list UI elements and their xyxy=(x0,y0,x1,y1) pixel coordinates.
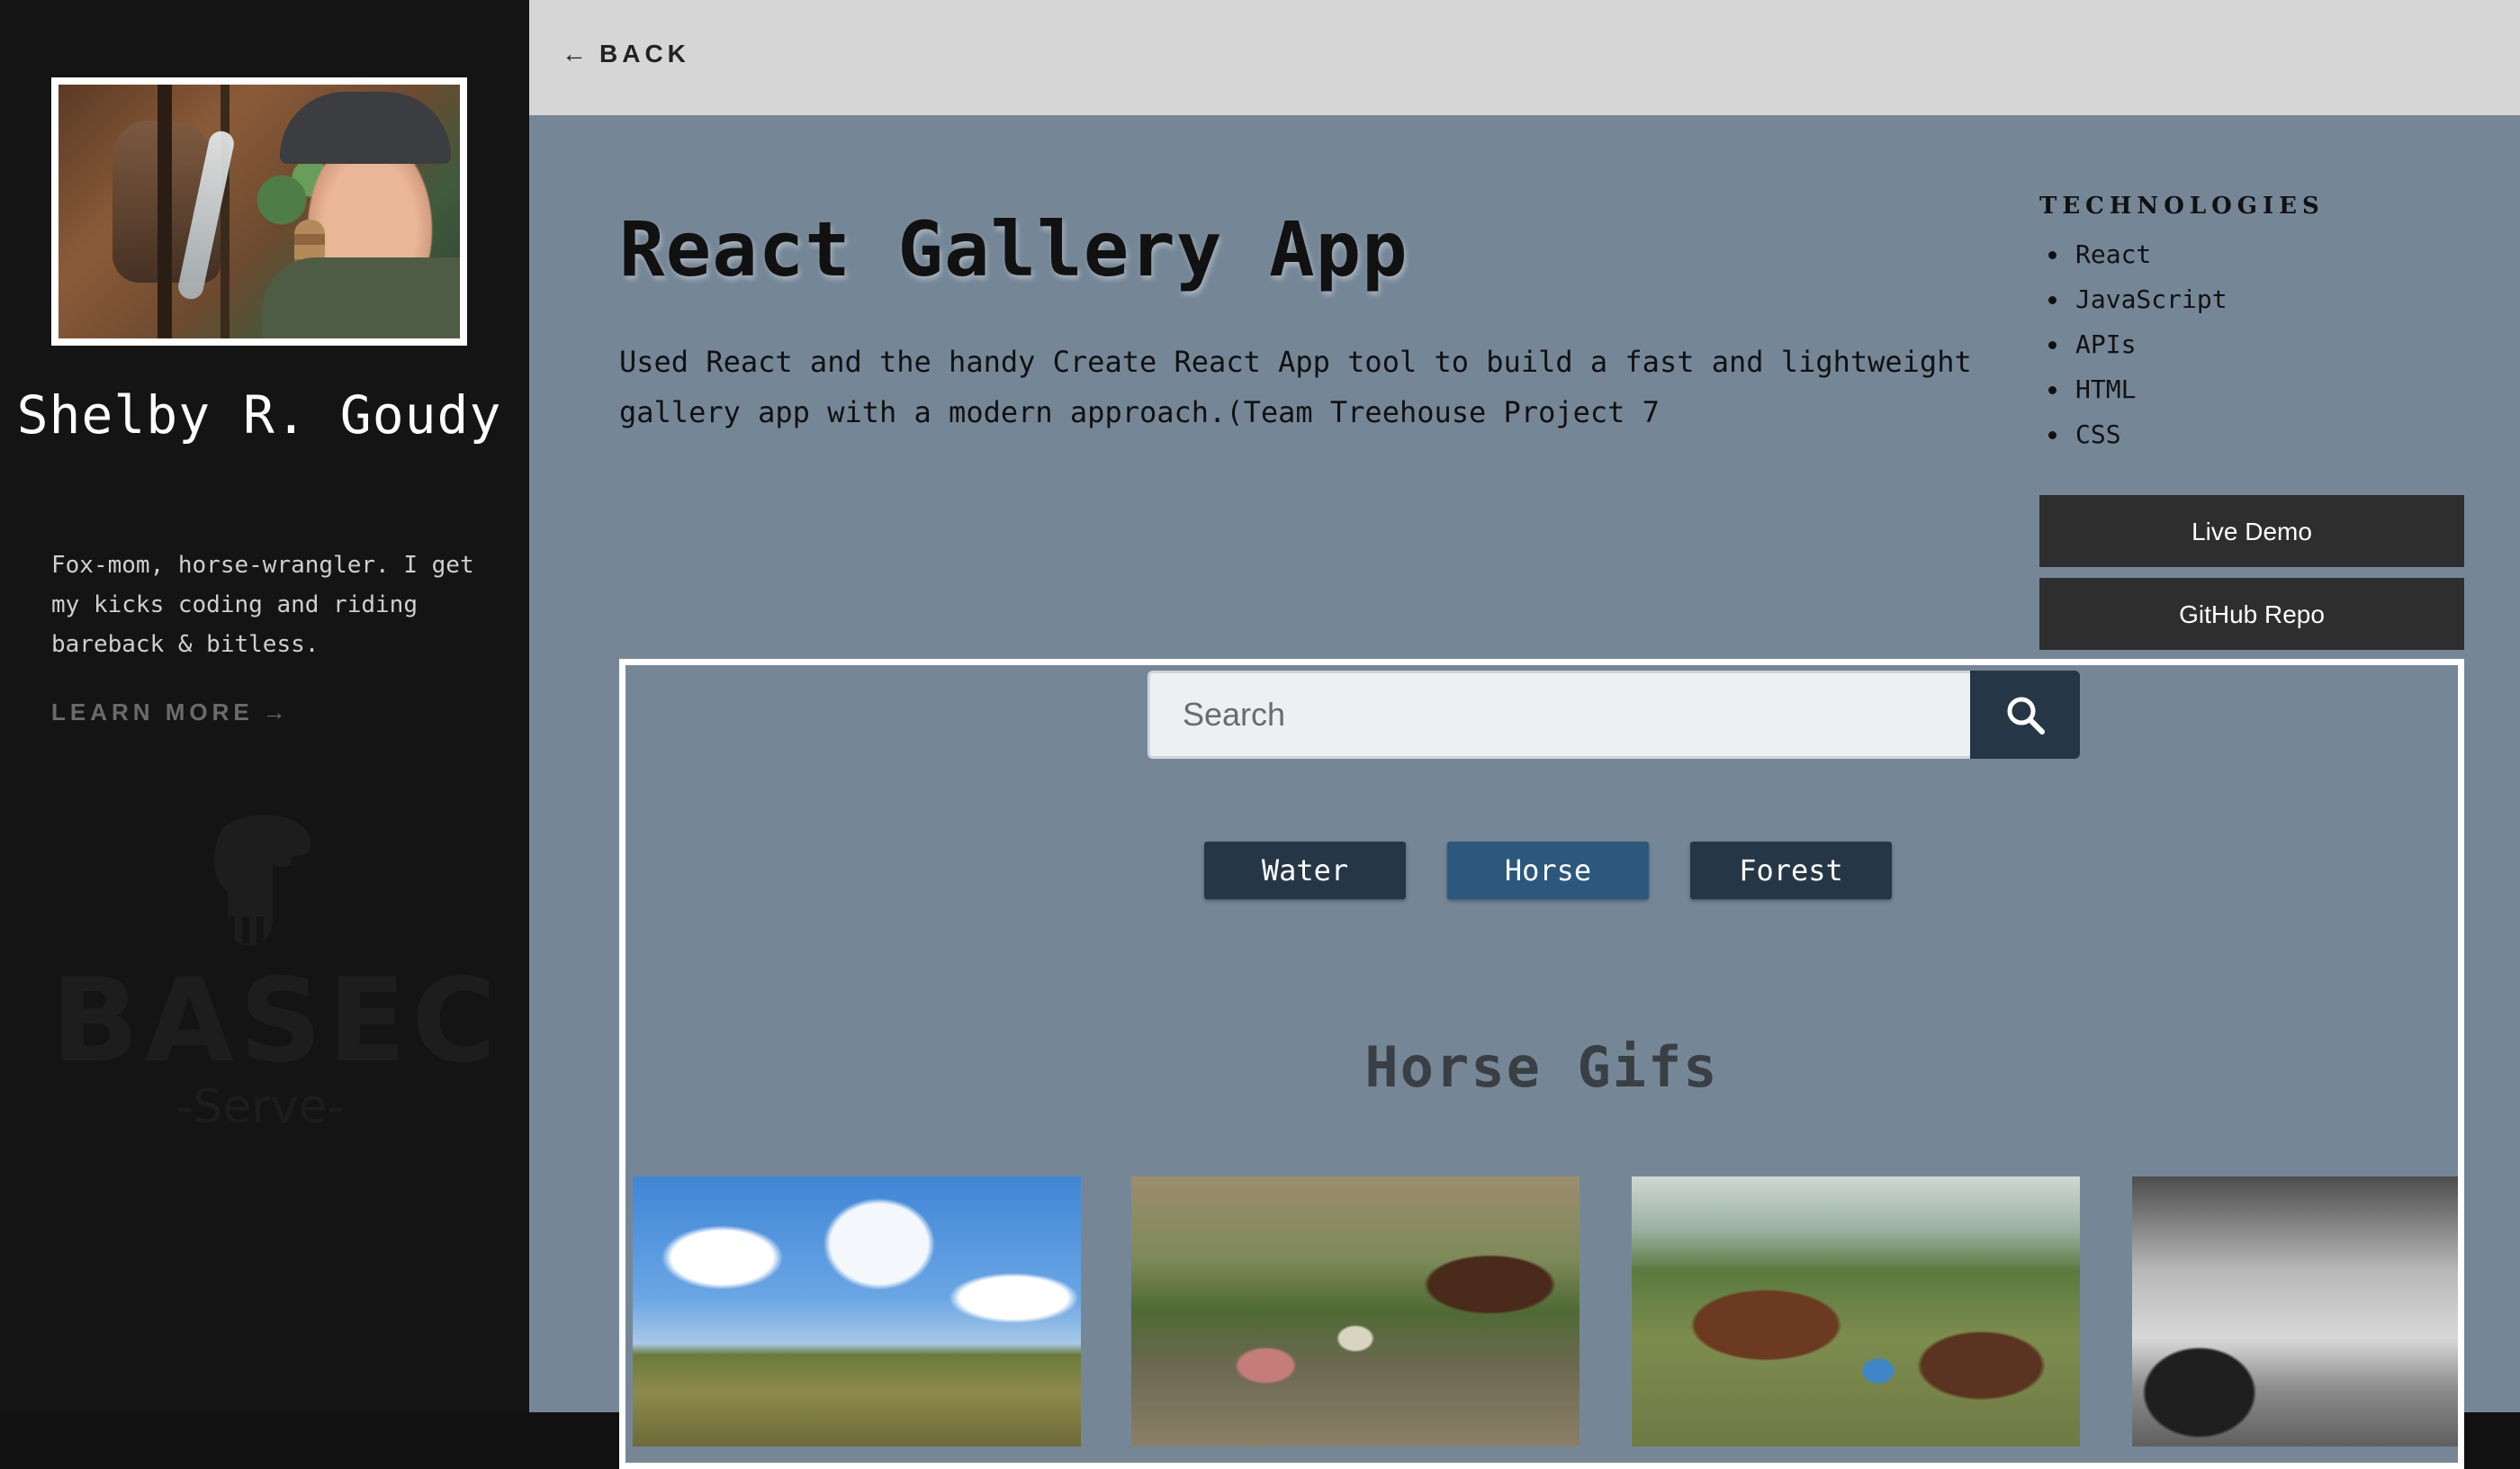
arrow-left-icon: ← xyxy=(562,40,587,68)
technology-item: HTML xyxy=(2039,367,2471,412)
technology-item: APIs xyxy=(2039,322,2471,367)
search-form xyxy=(1148,671,2080,759)
filter-forest-button[interactable]: Forest xyxy=(1690,842,1892,899)
technology-item: CSS xyxy=(2039,412,2471,457)
technology-item: React xyxy=(2039,232,2471,277)
gallery-image[interactable] xyxy=(1632,1176,2080,1446)
avatar-frame xyxy=(51,77,467,346)
live-demo-button[interactable]: Live Demo xyxy=(2039,495,2464,567)
gallery-image[interactable] xyxy=(1131,1176,1580,1446)
back-label: BACK xyxy=(599,40,690,68)
technologies-list: React JavaScript APIs HTML CSS xyxy=(2039,232,2471,457)
eagle-icon xyxy=(214,815,311,945)
project-description: Used React and the handy Create React Ap… xyxy=(619,345,1972,429)
profile-name: Shelby R. Goudy xyxy=(16,384,502,446)
app-preview: Water Horse Forest Horse Gifs xyxy=(619,659,2464,1469)
github-repo-button[interactable]: GitHub Repo xyxy=(2039,578,2464,650)
sidebar: Shelby R. Goudy Fox-mom, horse-wrangler.… xyxy=(0,0,529,1412)
filter-nav: Water Horse Forest xyxy=(626,842,2458,899)
search-icon xyxy=(2007,697,2045,734)
basec-logo-watermark: BASEC -Serve- xyxy=(51,810,502,1134)
watermark-text: BASEC xyxy=(51,954,502,1088)
project-detail: React Gallery App Used React and the han… xyxy=(529,115,2520,1469)
search-button[interactable] xyxy=(1970,671,2080,759)
back-link[interactable]: ← BACK xyxy=(562,40,690,68)
gallery-title: Horse Gifs xyxy=(1364,1034,1719,1100)
learn-more-link[interactable]: LEARN MORE → xyxy=(51,698,286,726)
gallery-grid xyxy=(633,1176,2458,1446)
project-title: React Gallery App xyxy=(619,205,1408,293)
technologies-panel: TECHNOLOGIES React JavaScript APIs HTML … xyxy=(2039,193,2471,457)
profile-bio: Fox-mom, horse-wrangler. I get my kicks … xyxy=(51,552,474,658)
gallery-image[interactable] xyxy=(633,1176,1081,1446)
watermark-subtext: -Serve- xyxy=(176,1080,345,1134)
filter-water-button[interactable]: Water xyxy=(1204,842,1406,899)
technology-item: JavaScript xyxy=(2039,277,2471,322)
filter-horse-button[interactable]: Horse xyxy=(1447,842,1649,899)
arrow-right-icon: → xyxy=(262,698,286,725)
learn-more-label: LEARN MORE xyxy=(51,698,254,725)
top-bar: ← BACK xyxy=(529,0,2520,115)
technologies-heading: TECHNOLOGIES xyxy=(2039,193,2325,220)
avatar xyxy=(58,85,460,338)
search-input[interactable] xyxy=(1148,671,1970,759)
gallery-image[interactable] xyxy=(2132,1176,2458,1446)
